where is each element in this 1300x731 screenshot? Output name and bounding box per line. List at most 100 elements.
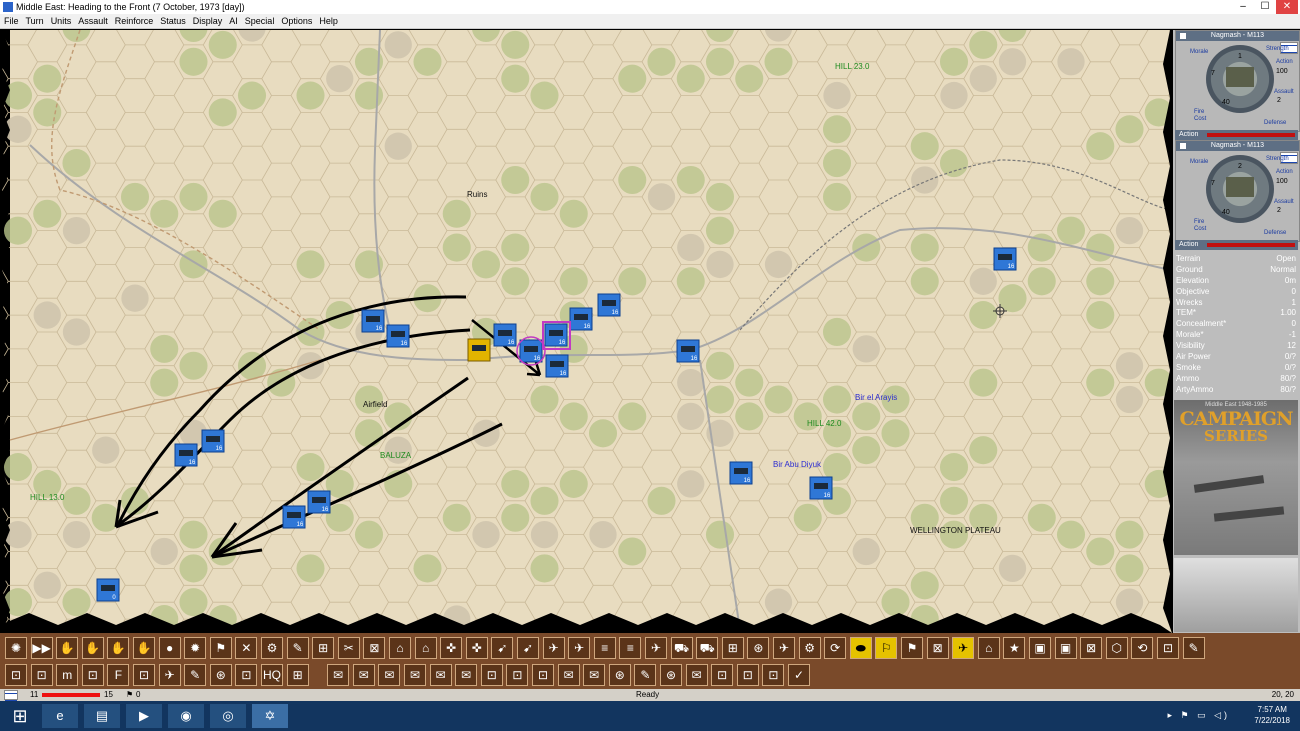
toolbar-button[interactable]: ▶▶: [30, 637, 53, 659]
toolbar-button[interactable]: ⊡: [736, 664, 759, 686]
unit-counter[interactable]: 16: [386, 324, 410, 348]
toolbar-button[interactable]: ✎: [634, 664, 657, 686]
menu-item-help[interactable]: Help: [315, 14, 341, 28]
toolbar-button[interactable]: ✉: [583, 664, 606, 686]
menu-item-reinforce[interactable]: Reinforce: [111, 14, 157, 28]
toolbar-button[interactable]: F: [107, 664, 130, 686]
toolbar-button[interactable]: ⟲: [1131, 637, 1154, 659]
toolbar-button[interactable]: ⊛: [660, 664, 682, 686]
toolbar-button[interactable]: ⊡: [506, 664, 529, 686]
toolbar-button[interactable]: ⌂: [414, 637, 437, 659]
toolbar-button[interactable]: ⊡: [235, 664, 258, 686]
toolbar-button[interactable]: ✜: [440, 637, 463, 659]
toolbar-button[interactable]: ✕: [235, 637, 258, 659]
toolbar-button[interactable]: ⊞: [721, 637, 744, 659]
toolbar-button[interactable]: ⊞: [286, 664, 309, 686]
toolbar-button[interactable]: ≡: [619, 637, 642, 659]
toolbar-button[interactable]: ⚐: [875, 637, 898, 659]
toolbar-button[interactable]: ✹: [184, 637, 207, 659]
menu-item-file[interactable]: File: [0, 14, 22, 28]
toolbar-button[interactable]: ⛟: [670, 637, 693, 659]
minimize-button[interactable]: –: [1232, 0, 1254, 14]
toolbar-button[interactable]: ⊡: [762, 664, 785, 686]
unit-counter[interactable]: 16: [993, 247, 1017, 271]
toolbar-button[interactable]: ✋: [107, 637, 130, 659]
unit-counter[interactable]: 16: [809, 476, 833, 500]
toolbar-button[interactable]: ✎: [184, 664, 207, 686]
map-canvas[interactable]: HILL 23.0 Ruins Airfield BALUZA Bir el Arayi…: [0, 30, 1172, 633]
toolbar-button[interactable]: ⚙: [261, 637, 283, 659]
toolbar-button[interactable]: ✈: [568, 637, 591, 659]
close-button[interactable]: ✕: [1276, 0, 1298, 14]
toolbar-button[interactable]: ✎: [286, 637, 309, 659]
toolbar-button[interactable]: ✉: [455, 664, 478, 686]
start-button[interactable]: ⊞: [2, 704, 38, 728]
toolbar-button[interactable]: ✎: [1182, 637, 1205, 659]
maximize-button[interactable]: ☐: [1254, 0, 1276, 14]
toolbar-button[interactable]: ➹: [491, 637, 514, 659]
menu-item-display[interactable]: Display: [189, 14, 226, 28]
unit-counter[interactable]: 16: [361, 309, 385, 333]
toolbar-button[interactable]: ✉: [352, 664, 375, 686]
unit-counter[interactable]: 16: [519, 339, 543, 363]
unit-counter[interactable]: 16: [676, 339, 700, 363]
toolbar-button[interactable]: ➹: [517, 637, 539, 659]
unit-info-card[interactable]: Nagmash - M113 Morale Strength Action Assaul…: [1175, 140, 1300, 242]
toolbar-button[interactable]: ✈: [773, 637, 795, 659]
toolbar-button[interactable]: ✓: [788, 664, 810, 686]
toolbar-button[interactable]: ●: [158, 637, 181, 659]
toolbar-button[interactable]: ✂: [337, 637, 360, 659]
taskbar-app[interactable]: ▤: [84, 704, 120, 728]
toolbar-button[interactable]: ⬡: [1105, 637, 1128, 659]
toolbar-button[interactable]: ✉: [685, 664, 708, 686]
toolbar-button[interactable]: ⬬: [849, 637, 872, 659]
toolbar-button[interactable]: ▣: [1029, 637, 1051, 659]
unit-counter[interactable]: 16: [174, 443, 198, 467]
toolbar-button[interactable]: ⚑: [901, 637, 923, 659]
toolbar-button[interactable]: ✋: [81, 637, 104, 659]
unit-counter[interactable]: 16: [544, 323, 568, 347]
toolbar-button[interactable]: ⊛: [608, 664, 631, 686]
toolbar-button[interactable]: ✜: [465, 637, 488, 659]
toolbar-button[interactable]: ⟳: [824, 637, 847, 659]
menu-item-turn[interactable]: Turn: [22, 14, 47, 28]
toolbar-button[interactable]: ≡: [593, 637, 616, 659]
unit-counter[interactable]: 16: [597, 293, 621, 317]
toolbar-button[interactable]: ✉: [404, 664, 426, 686]
toolbar-button[interactable]: HQ: [261, 664, 283, 686]
toolbar-button[interactable]: ⌂: [977, 637, 1000, 659]
toolbar-button[interactable]: ⊡: [480, 664, 503, 686]
unit-counter[interactable]: 16: [282, 505, 306, 529]
toolbar-button[interactable]: ⊡: [81, 664, 104, 686]
toolbar-button[interactable]: ✈: [645, 637, 667, 659]
toolbar-button[interactable]: ✈: [952, 637, 975, 659]
toolbar-button[interactable]: ⚙: [798, 637, 821, 659]
toolbar-button[interactable]: ✋: [133, 637, 155, 659]
unit-counter[interactable]: 16: [545, 354, 569, 378]
toolbar-button[interactable]: ⊡: [532, 664, 554, 686]
toolbar-button[interactable]: ⊛: [747, 637, 770, 659]
toolbar-button[interactable]: ✈: [542, 637, 565, 659]
toolbar-button[interactable]: ⊠: [363, 637, 386, 659]
toolbar-button[interactable]: ▣: [1054, 637, 1077, 659]
toolbar-button[interactable]: ⌂: [389, 637, 411, 659]
toolbar-button[interactable]: ⛟: [696, 637, 719, 659]
toolbar-button[interactable]: ⊠: [1080, 637, 1103, 659]
hex-map[interactable]: HILL 23.0 Ruins Airfield BALUZA Bir el Arayi…: [0, 30, 1172, 633]
toolbar-button[interactable]: ⊡: [711, 664, 734, 686]
toolbar-button[interactable]: ✋: [56, 637, 79, 659]
toolbar-button[interactable]: ✉: [378, 664, 401, 686]
unit-counter[interactable]: 16: [569, 307, 593, 331]
toolbar-button[interactable]: ✈: [158, 664, 181, 686]
toolbar-button[interactable]: ✉: [327, 664, 350, 686]
menu-item-special[interactable]: Special: [241, 14, 278, 28]
menu-item-options[interactable]: Options: [277, 14, 315, 28]
toolbar-button[interactable]: ⊡: [30, 664, 53, 686]
taskbar-app[interactable]: e: [42, 704, 78, 728]
toolbar-button[interactable]: ⊡: [5, 664, 27, 686]
toolbar-button[interactable]: ✺: [5, 637, 27, 659]
toolbar-button[interactable]: ★: [1003, 637, 1026, 659]
menu-item-units[interactable]: Units: [47, 14, 75, 28]
menu-item-ai[interactable]: AI: [225, 14, 241, 28]
taskbar-app[interactable]: ▶: [126, 704, 162, 728]
